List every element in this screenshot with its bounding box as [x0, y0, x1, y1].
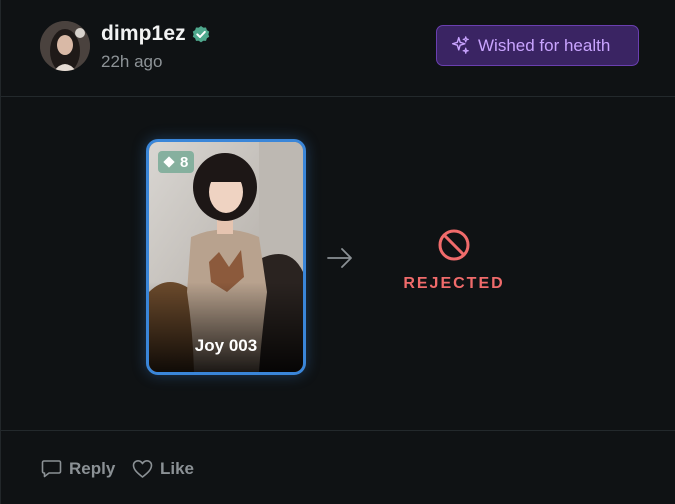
footer-divider — [1, 430, 675, 431]
comment-icon — [41, 460, 62, 478]
verified-check-icon — [192, 26, 210, 43]
reply-label: Reply — [69, 459, 116, 478]
avatar-image — [40, 21, 90, 71]
photocard[interactable]: 8 Joy 003 — [146, 139, 306, 375]
diamond-icon — [163, 156, 175, 168]
post-header: dimp1ez 22h ago Wished for health — [1, 0, 675, 97]
username[interactable]: dimp1ez — [101, 22, 186, 46]
wish-badge-label: Wished for health — [478, 35, 611, 55]
card-shade — [149, 282, 303, 372]
prohibited-icon — [438, 229, 470, 261]
card-level: 8 — [180, 153, 189, 171]
post-timestamp: 22h ago — [101, 52, 163, 71]
card-level-badge: 8 — [158, 151, 195, 173]
reply-button[interactable]: Reply — [41, 459, 115, 479]
trade-post: dimp1ez 22h ago Wished for health 8 Joy … — [0, 0, 675, 504]
like-button[interactable]: Like — [132, 459, 194, 479]
arrow-right-icon — [327, 248, 352, 268]
status-label: REJECTED — [403, 275, 505, 292]
like-label: Like — [160, 459, 195, 478]
card-name: Joy 003 — [194, 336, 258, 355]
avatar[interactable] — [40, 21, 90, 71]
wish-badge[interactable]: Wished for health — [436, 25, 639, 66]
sparkles-icon — [451, 36, 469, 54]
heart-icon — [132, 460, 153, 478]
